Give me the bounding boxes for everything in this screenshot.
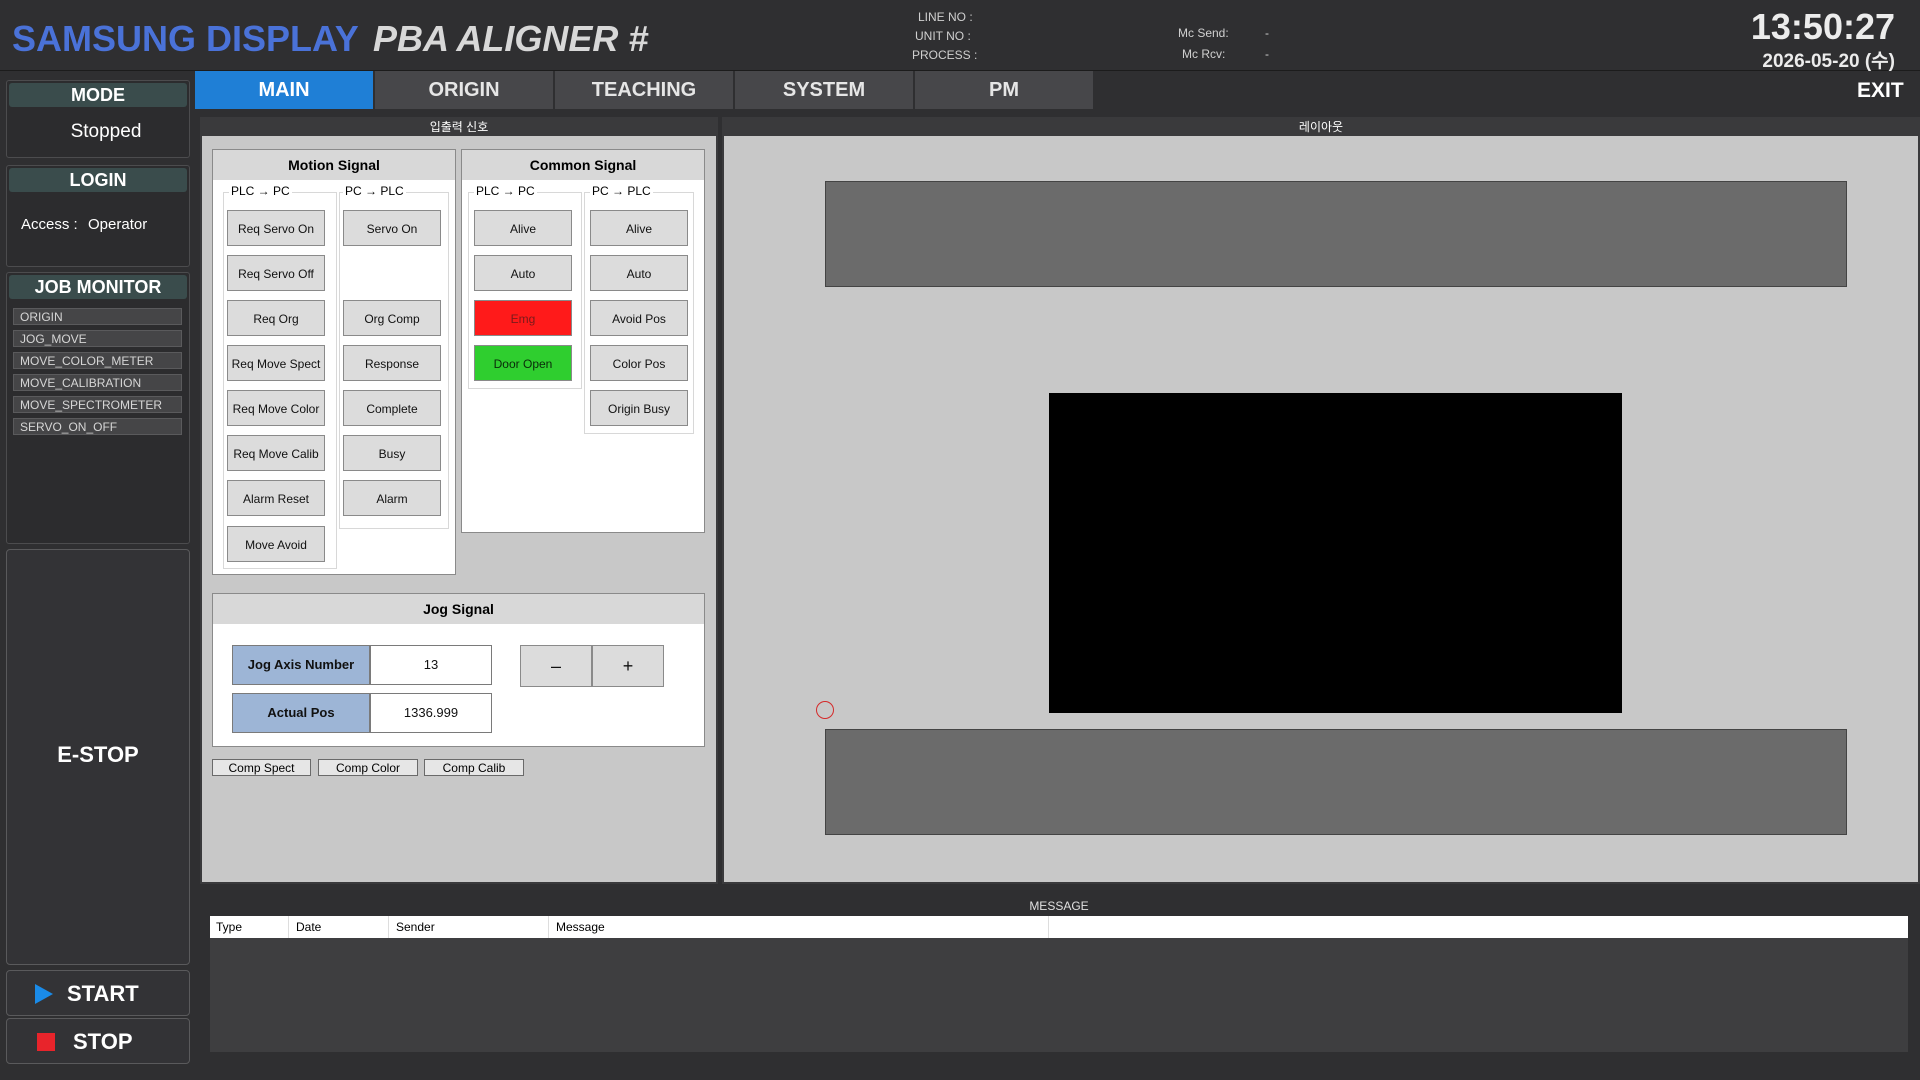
start-label: START [67,981,139,1006]
play-icon [35,984,53,1004]
tab-origin[interactable]: ORIGIN [375,71,555,109]
motion-signal-title: Motion Signal [213,150,455,180]
upper-stage-block [825,181,1847,287]
mode-value: Stopped [70,121,142,142]
motion-pc-to-plc-label: PC → PLC [343,184,406,198]
req-move-spect-signal[interactable]: Req Move Spect [227,345,325,381]
job-item-move-calibration[interactable]: MOVE_CALIBRATION [13,374,182,391]
clock-date: 2026-05-20 (수) [1762,51,1895,72]
origin-marker-icon [816,701,834,719]
common-auto-out-signal[interactable]: Auto [590,255,688,291]
message-table-header: Type Date Sender Message [210,916,1908,938]
tab-system[interactable]: SYSTEM [735,71,915,109]
jog-signal-title: Jog Signal [213,594,704,624]
req-org-signal[interactable]: Req Org [227,300,325,336]
mc-rcv-value: - [1265,47,1269,61]
mc-send-label: Mc Send: [1178,26,1229,40]
lower-stage-block [825,729,1847,835]
avoid-pos-signal[interactable]: Avoid Pos [590,300,688,336]
comp-calib-button[interactable]: Comp Calib [424,759,524,776]
stop-icon [37,1033,55,1051]
comp-color-button[interactable]: Comp Color [318,759,418,776]
busy-signal[interactable]: Busy [343,435,441,471]
col-message[interactable]: Message [556,916,605,938]
jog-minus-button[interactable]: – [520,645,592,687]
req-move-color-signal[interactable]: Req Move Color [227,390,325,426]
tab-pm[interactable]: PM [915,71,1095,109]
color-pos-signal[interactable]: Color Pos [590,345,688,381]
job-item-move-color-meter[interactable]: MOVE_COLOR_METER [13,352,182,369]
servo-on-signal[interactable]: Servo On [343,210,441,246]
alarm-signal[interactable]: Alarm [343,480,441,516]
common-signal-group: Common Signal PLC → PC PC → PLC Alive Au… [461,149,705,533]
common-alive-out-signal[interactable]: Alive [590,210,688,246]
common-plc-to-pc-label: PLC → PC [474,184,537,198]
complete-signal[interactable]: Complete [343,390,441,426]
mode-title: MODE [9,83,187,107]
access-label: Access : [21,216,78,233]
clock-time: 13:50:27 [1750,6,1895,47]
unit-no-label: UNIT NO : [915,29,971,43]
tab-teaching[interactable]: TEACHING [555,71,735,109]
origin-busy-signal[interactable]: Origin Busy [590,390,688,426]
alarm-reset-signal[interactable]: Alarm Reset [227,480,325,516]
message-title: MESSAGE [210,896,1908,916]
response-signal[interactable]: Response [343,345,441,381]
start-button[interactable]: START [6,970,190,1016]
jog-axis-number-label: Jog Axis Number [232,645,370,685]
io-panel-title: 입출력 신호 [202,119,716,136]
common-signal-title: Common Signal [462,150,704,180]
job-item-jog-move[interactable]: JOG_MOVE [13,330,182,347]
access-value: Operator [88,216,148,233]
door-open-signal[interactable]: Door Open [474,345,572,381]
estop-button[interactable]: E-STOP [6,549,190,965]
io-signal-panel: 입출력 신호 Motion Signal PLC → PC PC → PLC R… [200,117,718,884]
col-sender[interactable]: Sender [396,916,435,938]
job-item-servo-on-off[interactable]: SERVO_ON_OFF [13,418,182,435]
common-pc-to-plc-label: PC → PLC [590,184,653,198]
message-panel: MESSAGE Type Date Sender Message [210,896,1908,1052]
common-auto-in-signal[interactable]: Auto [474,255,572,291]
product-title: PBA ALIGNER # [373,18,649,59]
org-comp-signal[interactable]: Org Comp [343,300,441,336]
actual-pos-value: 1336.999 [370,693,492,733]
process-label: PROCESS : [912,48,978,62]
job-monitor-title: JOB MONITOR [9,275,187,299]
motion-signal-group: Motion Signal PLC → PC PC → PLC Req Serv… [212,149,456,575]
estop-label: E-STOP [57,742,139,767]
common-alive-in-signal[interactable]: Alive [474,210,572,246]
req-move-calib-signal[interactable]: Req Move Calib [227,435,325,471]
layout-panel-title: 레이아웃 [724,119,1918,136]
actual-pos-label: Actual Pos [232,693,370,733]
header-bar: SAMSUNG DISPLAY PBA ALIGNER # LINE NO : … [0,0,1920,72]
job-item-origin[interactable]: ORIGIN [13,308,182,325]
line-no-label: LINE NO : [918,10,973,24]
emg-signal[interactable]: Emg [474,300,572,336]
login-panel: LOGIN Access : Operator [6,165,190,267]
job-item-move-spectrometer[interactable]: MOVE_SPECTROMETER [13,396,182,413]
stop-label: STOP [73,1029,133,1054]
jog-axis-number-field[interactable]: 13 [370,645,492,685]
jog-plus-button[interactable]: + [592,645,664,687]
req-servo-on-signal[interactable]: Req Servo On [227,210,325,246]
jog-signal-group: Jog Signal Jog Axis Number 13 Actual Pos… [212,593,705,747]
col-date[interactable]: Date [296,916,321,938]
mc-send-value: - [1265,26,1269,40]
mode-panel: MODE Stopped [6,80,190,158]
motion-plc-to-pc-label: PLC → PC [229,184,292,198]
col-type[interactable]: Type [216,916,242,938]
tab-main[interactable]: MAIN [195,71,375,109]
move-avoid-signal[interactable]: Move Avoid [227,526,325,562]
brand-logo: SAMSUNG DISPLAY [12,18,359,59]
camera-view [1049,393,1622,713]
mc-rcv-label: Mc Rcv: [1182,47,1226,61]
login-title: LOGIN [9,168,187,192]
exit-button[interactable]: EXIT [1857,79,1904,103]
stop-button[interactable]: STOP [6,1018,190,1064]
layout-panel: 레이아웃 [722,117,1920,884]
req-servo-off-signal[interactable]: Req Servo Off [227,255,325,291]
comp-spect-button[interactable]: Comp Spect [212,759,311,776]
